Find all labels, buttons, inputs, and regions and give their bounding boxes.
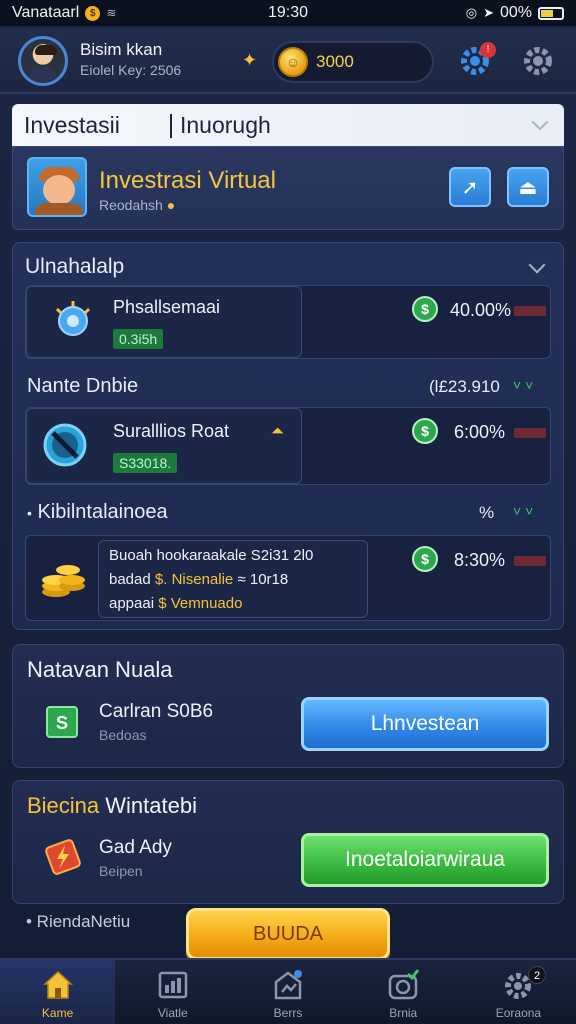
game-line2: Beipen [99,863,143,879]
camera-icon [388,969,420,1000]
nav-label: Berrs [273,1006,303,1020]
coin-icon: ☺ [278,47,308,77]
asset-name: Suralllios Roat [113,421,230,441]
trend-up-button[interactable]: ➚ [449,167,491,207]
asset-row[interactable]: Suralllios Roat ⏶ S33018. $ 6:00% [25,407,551,485]
arrow-up-right-icon: ➚ [461,176,479,199]
store-icon [274,970,302,1000]
bottom-section-label: • RiendaNetiu [26,912,131,931]
bulb-icon [55,301,91,336]
asset-name: Phsallsemaai [113,297,221,317]
nav-label: Kame [41,1006,74,1020]
home-shortcut-button[interactable]: ⏏ [507,167,549,207]
coin-status-icon: $ [85,5,101,21]
tab-inuorugh[interactable]: Inuorugh [180,112,271,139]
nav-label: Eoraona [495,1006,542,1020]
asset-tag: S33018. [113,453,178,473]
invest-panel-title: Natavan Nuala [27,657,173,682]
nav-item-berrs[interactable]: Berrs [230,960,345,1024]
nav-item-home[interactable]: Kame [0,960,116,1024]
wifi-icon: ≋ [106,6,117,20]
portfolio-panel: Ulnahalalp Phsallsemaai 0.3i5h $ 40.00% … [12,242,564,630]
dollar-icon: $ [412,418,438,444]
chevron-down-icon[interactable] [531,113,549,131]
desc-line3: appaai $ Vemnuado [109,595,243,612]
location-icon: ➤ [483,5,494,20]
dollar-icon: $ [412,546,438,572]
nav-badge: 2 [528,966,547,984]
game-invest-button[interactable]: Inoetaloiarwiraua [301,833,549,887]
alarm-icon: ◎ [465,5,478,20]
invest-button[interactable]: Lhnvestean [301,697,549,751]
invest-panel: Natavan Nuala S Carlran S0B6 Bedoas Lhnv… [12,644,564,768]
invest-line2: Bedoas [99,727,147,743]
group-value: % [479,503,495,522]
user-subtitle: Eiolel Key: 2506 [80,62,182,78]
chart-icon [158,971,188,999]
user-name: Bisim kkan [80,40,163,59]
change-bar [514,556,546,566]
bottom-nav: Kame Viatle Berrs Brnia Eoraona 2 [0,958,576,1024]
game-panel: Biecina Wintatebi Gad Ady Beipen Inoetal… [12,780,564,904]
no-entry-icon [43,423,87,467]
lightning-card-icon [45,839,81,875]
coin-amount: 3000 [316,52,354,71]
tab-divider [170,114,172,138]
portfolio-title: Ulnahalalp [25,255,125,278]
virtual-subtitle: Reodahsh ● [99,197,176,213]
battery-icon [538,6,564,20]
battery-percent: 00% [499,4,532,21]
asset-card: Suralllios Roat ⏶ S33018. [26,408,302,484]
change-bar [514,306,546,316]
nav-item-viatle[interactable]: Viatle [115,960,230,1024]
asset-tag: 0.3i5h [113,329,164,349]
avatar[interactable] [18,36,68,86]
nav-item-eoraona[interactable]: Eoraona 2 [461,960,576,1024]
section-tabs: Investasii Inuorugh [12,104,564,146]
expand-chevron-icon[interactable]: ˅ ˅ [513,377,533,393]
tab-investasi[interactable]: Investasii [24,112,120,139]
change-bar [514,428,546,438]
group-heading: Nante Dnbie [27,375,139,397]
arrow-up-icon: ⏶ [271,423,284,440]
asset-card: Phsallsemaai 0.3i5h [26,286,302,358]
game-panel-title: Biecina Wintatebi [27,793,197,818]
asset-description: Buoah hookaraakale S2i31 2l0 badad $. Ni… [98,540,368,618]
expand-chevron-icon[interactable]: ˅ ˅ [513,503,533,519]
coin-stack-icon [42,565,85,597]
game-line1: Gad Ady [99,837,172,858]
asset-percent: 40.00% [450,300,512,320]
virtual-investment-card[interactable]: Investrasi Virtual Reodahsh ● ➚ ⏏ [12,146,564,230]
group-heading: • Kibilntalainoea [27,501,168,523]
coin-small-icon: ● [166,197,176,213]
notification-badge: ! [480,42,496,58]
sparkle-icon: ✦ [242,50,258,70]
cash-icon: S [46,706,78,738]
group-value: (l£23.910 [429,377,500,396]
status-bar: Vanataarl $ ≋ 19:30 ◎ ➤ 00% [0,0,576,26]
chevron-down-icon[interactable] [528,256,546,274]
nav-item-brnia[interactable]: Brnia [346,960,461,1024]
dollar-icon: $ [412,296,438,322]
desc-line2: badad $. Nisenalie ≈ 10r18 [109,571,289,588]
eject-icon: ⏏ [518,176,538,199]
coin-balance[interactable]: ☺ 3000 [272,41,434,83]
buuda-button[interactable]: BUUDA [186,908,390,960]
nav-label: Viatle [157,1006,188,1020]
asset-percent: 6:00% [454,422,506,442]
asset-row[interactable]: Phsallsemaai 0.3i5h $ 40.00% [25,285,551,359]
nav-label: Brnia [389,1006,418,1020]
invest-line1: Carlran S0B6 [99,701,214,722]
asset-row[interactable]: Buoah hookaraakale S2i31 2l0 badad $. Ni… [25,535,551,621]
home-icon [42,970,73,999]
carrier-label: Vanataarl [12,4,80,21]
desc-line1: Buoah hookaraakale S2i31 2l0 [109,547,314,564]
mascot-avatar [27,157,87,217]
asset-percent: 8:30% [454,550,506,570]
profile-bar: Bisim kkan Eiolel Key: 2506 ✦ ☺ 3000 ! [0,28,576,94]
svg-text:S: S [56,713,68,733]
gear-icon[interactable] [521,44,555,78]
virtual-title: Investrasi Virtual [99,167,276,194]
